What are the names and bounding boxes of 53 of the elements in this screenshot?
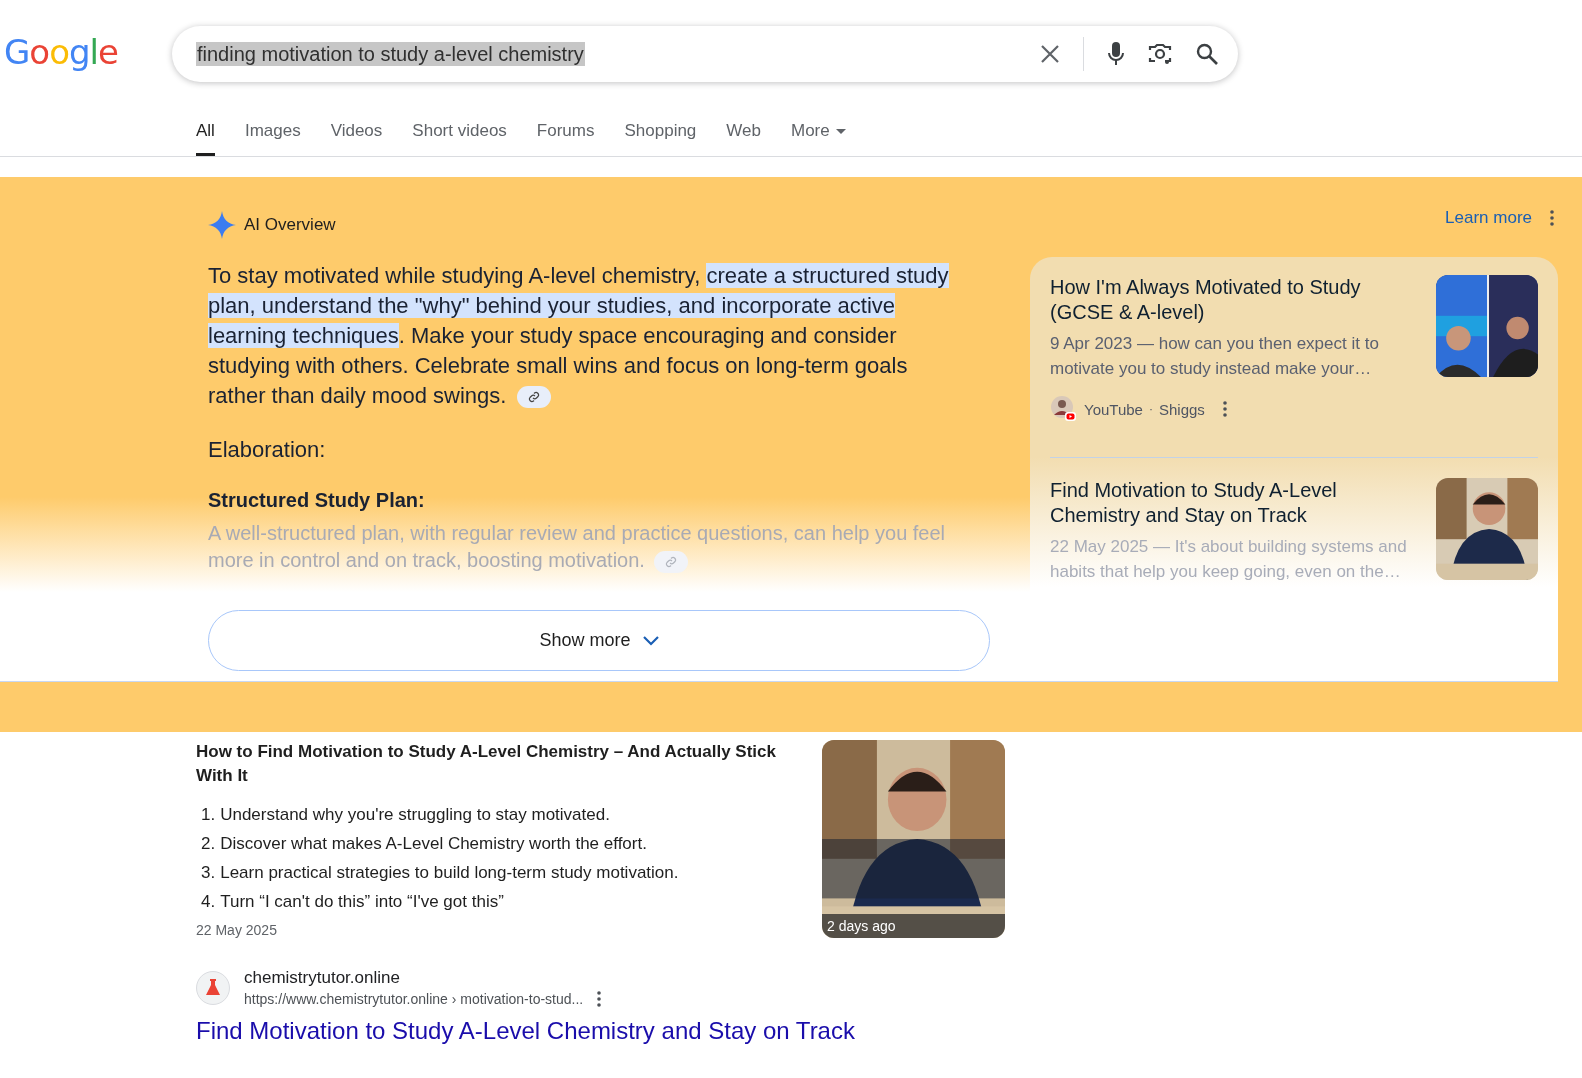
source-title[interactable]: How I'm Always Motivated to Study (GCSE & A-level) xyxy=(1050,275,1416,325)
search-tab[interactable]: Shopping xyxy=(624,107,697,156)
site-url: https://www.chemistrytutor.online › motivation-to-stud... xyxy=(244,991,584,1007)
result-link[interactable]: Find Motivation to Study A-Level Chemistry and Stay on Track xyxy=(0,1017,1582,1045)
section-heading: Elaboration: xyxy=(208,437,327,463)
step-number: 1. xyxy=(201,804,216,826)
search-tab[interactable]: Web xyxy=(726,107,761,156)
search-tab[interactable]: Images xyxy=(244,107,301,156)
step-text: Turn “I can't do this” into “I've got this” xyxy=(220,891,504,913)
thumbnail-label: 2 days ago xyxy=(822,914,1005,938)
search-field[interactable]: finding motivation to study a-level chemistry xyxy=(172,26,1238,82)
step-number: 4. xyxy=(201,891,216,913)
avatar-icon xyxy=(1050,395,1078,423)
more-options-icon[interactable] xyxy=(1550,209,1554,226)
step-number: 3. xyxy=(201,862,216,884)
source-snippet: 22 May 2025 — It's about building systems and habits that help you keep going, even on the… xyxy=(1050,536,1408,583)
search-tab[interactable]: Forums xyxy=(536,107,595,156)
separator: · xyxy=(1148,402,1153,416)
caret-icon xyxy=(835,129,846,134)
more-options-icon[interactable] xyxy=(1222,401,1227,417)
step-text: Understand why you're struggling to stay motivated. xyxy=(220,804,610,826)
source-site: YouTube xyxy=(1084,400,1143,418)
link-icon xyxy=(665,555,678,568)
site-name: chemistrytutor.online xyxy=(244,968,401,988)
link-chip[interactable] xyxy=(516,386,551,409)
source-author: Shiggs xyxy=(1158,400,1205,418)
source-title[interactable]: Find Motivation to Study A-Level Chemistry and Stay on Track xyxy=(1050,478,1416,528)
search-tab[interactable]: Short videos xyxy=(412,107,507,156)
link-icon xyxy=(527,391,540,404)
step-text: Learn practical strategies to build long-term study motivation. xyxy=(220,862,679,884)
overview-summary: To stay motivated while studying A-level chemistry, create a structured study plan, understand the "why" behind your studies, and incorporate active learning techniques. Make your study space encouraging and consider studying with others. Celebrate small wins and focus on long-term goals rather than daily mood swings. xyxy=(208,262,950,411)
show-more-button[interactable]: Show more xyxy=(208,610,990,671)
subheading: Structured Study Plan: xyxy=(208,489,426,512)
more-menu[interactable]: More xyxy=(790,107,846,156)
camera-icon[interactable] xyxy=(1148,43,1172,65)
google-logo[interactable]: Google xyxy=(0,32,172,72)
chevron-down-icon xyxy=(642,635,659,646)
detail-text: A well-structured plan, with regular review and practice questions, can help you feel more in control and on track, boosting motivation. xyxy=(208,521,947,574)
result-date: 22 May 2025 xyxy=(196,922,278,938)
flask-icon xyxy=(196,970,230,1005)
result-title: How to Find Motivation to Study A-Level Chemistry – And Actually Stick With It xyxy=(196,741,777,787)
step-text: Discover what makes A-Level Chemistry worth the effort. xyxy=(220,833,647,855)
microphone-icon[interactable] xyxy=(1108,42,1124,66)
learn-more-link[interactable]: Learn more xyxy=(1445,207,1532,228)
sparkle-icon xyxy=(208,211,236,239)
step-number: 2. xyxy=(201,833,216,855)
more-options-icon[interactable] xyxy=(597,991,602,1007)
search-icon[interactable] xyxy=(1196,43,1218,65)
search-tab[interactable]: All xyxy=(196,107,215,156)
clear-icon[interactable] xyxy=(1041,45,1059,63)
section-title: AI Overview xyxy=(244,215,336,235)
source-snippet: 9 Apr 2023 — how can you then expect it to motivate you to study instead make your… xyxy=(1050,333,1380,380)
search-tab[interactable]: Videos xyxy=(330,107,383,156)
